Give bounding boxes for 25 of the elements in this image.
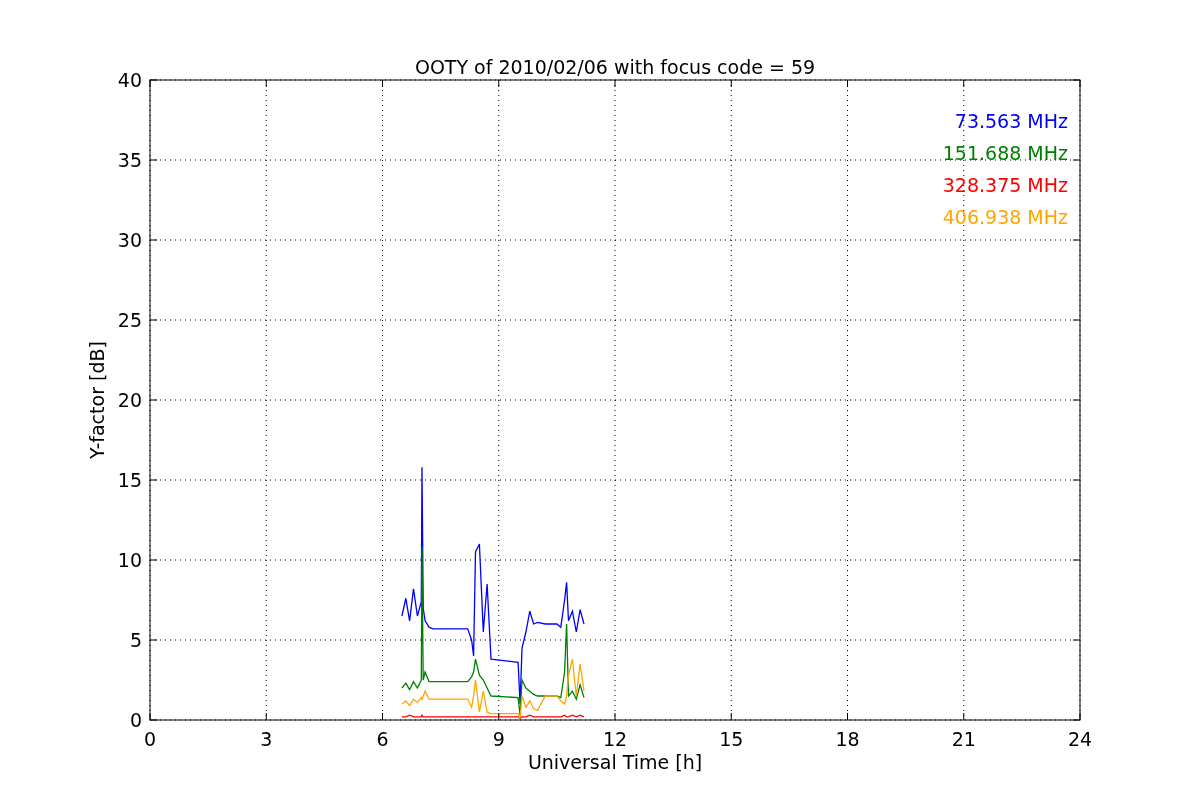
tick-label: 12 [602,728,628,750]
tick-label: 0 [143,728,157,750]
tick-label: 3 [260,728,273,750]
legend-label: 328.375 MHz [942,174,1068,196]
legend-label: 73.563 MHz [954,110,1068,132]
x-axis-label: Universal Time [h] [527,751,703,773]
tick-label: 15 [719,728,744,750]
legend-label: 151.688 MHz [942,142,1068,164]
tick-label: 21 [951,728,976,750]
tick-label: 25 [117,309,142,331]
tick-label: 0 [129,709,142,731]
tick-label: 20 [117,389,142,411]
tick-label: 18 [835,728,860,750]
tick-label: 30 [117,229,142,251]
tick-label: 15 [117,469,142,491]
y-axis-label: Y-factor [dB] [86,341,108,459]
legend-label: 406.938 MHz [942,206,1068,228]
tick-label: 9 [492,728,505,750]
chart-title: OOTY of 2010/02/06 with focus code = 59 [414,56,816,78]
tick-label: 10 [117,549,142,571]
tick-label: 35 [117,149,142,171]
tick-label: 40 [117,69,142,91]
tick-label: 24 [1067,728,1093,750]
tick-label: 6 [376,728,389,750]
tick-label: 5 [129,629,142,651]
